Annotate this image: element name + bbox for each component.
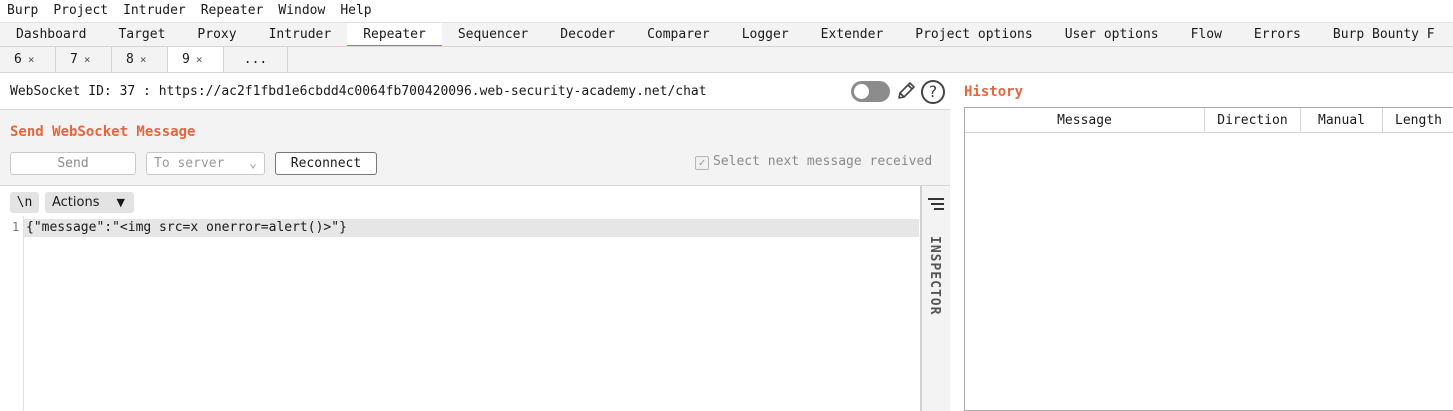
chevron-down-icon: ⌄ xyxy=(249,156,257,171)
tab-user-options[interactable]: User options xyxy=(1049,23,1175,46)
tab-comparer[interactable]: Comparer xyxy=(631,23,726,46)
repeater-tab-8[interactable]: 8 × xyxy=(112,47,168,72)
tab-sequencer[interactable]: Sequencer xyxy=(442,23,544,46)
tab-burp-bounty[interactable]: Burp Bounty F xyxy=(1317,23,1451,46)
repeater-tab-label: 9 xyxy=(182,52,190,67)
menu-project[interactable]: Project xyxy=(46,0,116,22)
websocket-bar: WebSocket ID: 37 : https://ac2f1fbd1e6cb… xyxy=(0,73,950,110)
menu-repeater[interactable]: Repeater xyxy=(194,0,272,22)
inspector-label: INSPECTOR xyxy=(927,236,942,316)
repeater-tab-7[interactable]: 7 × xyxy=(56,47,112,72)
tab-intruder[interactable]: Intruder xyxy=(253,23,348,46)
repeater-tab-6[interactable]: 6 × xyxy=(0,47,56,72)
reconnect-button[interactable]: Reconnect xyxy=(275,152,377,175)
select-next-checkbox[interactable]: ✓ xyxy=(695,156,709,170)
tab-extender[interactable]: Extender xyxy=(805,23,900,46)
message-editor-line[interactable]: {"message":"<img src=x onerror=alert()>"… xyxy=(24,219,919,237)
inspector-menu-icon[interactable] xyxy=(928,198,944,210)
close-icon[interactable]: × xyxy=(140,53,147,66)
tab-project-options[interactable]: Project options xyxy=(899,23,1048,46)
menu-bar: Burp Project Intruder Repeater Window He… xyxy=(0,0,1453,22)
history-title: History xyxy=(964,84,1024,100)
newline-toggle-button[interactable]: \n xyxy=(10,192,39,213)
direction-value: To server xyxy=(154,156,225,171)
tab-errors[interactable]: Errors xyxy=(1238,23,1317,46)
tab-target[interactable]: Target xyxy=(102,23,181,46)
chevron-down-icon: ▼ xyxy=(116,196,125,209)
direction-select[interactable]: To server ⌄ xyxy=(146,152,265,175)
tool-tabs: Dashboard Target Proxy Intruder Repeater… xyxy=(0,22,1453,47)
column-manual[interactable]: Manual xyxy=(1301,108,1383,133)
menu-help[interactable]: Help xyxy=(333,0,379,22)
menu-intruder[interactable]: Intruder xyxy=(116,0,194,22)
repeater-tab-9[interactable]: 9 × xyxy=(168,47,224,72)
editor-toolbar: \n Actions ▼ xyxy=(0,186,920,216)
repeater-tab-label: 6 xyxy=(14,52,22,67)
history-header: Message Direction Manual Length xyxy=(965,108,1453,133)
send-panel-title: Send WebSocket Message xyxy=(10,124,196,140)
send-button[interactable]: Send xyxy=(10,152,136,175)
history-table[interactable]: Message Direction Manual Length xyxy=(964,107,1453,411)
inspector-panel[interactable]: INSPECTOR xyxy=(920,186,950,411)
pencil-icon[interactable] xyxy=(895,80,917,102)
websocket-url: WebSocket ID: 37 : https://ac2f1fbd1e6cb… xyxy=(10,84,707,99)
panel-splitter[interactable] xyxy=(950,73,964,411)
menu-window[interactable]: Window xyxy=(271,0,333,22)
actions-button[interactable]: Actions ▼ xyxy=(45,192,134,213)
send-panel: Send WebSocket Message Send To server ⌄ … xyxy=(0,110,950,186)
tab-proxy[interactable]: Proxy xyxy=(181,23,252,46)
close-icon[interactable]: × xyxy=(84,53,91,66)
column-message[interactable]: Message xyxy=(965,108,1205,133)
tab-flow[interactable]: Flow xyxy=(1175,23,1238,46)
repeater-tab-more[interactable]: ... xyxy=(224,47,288,72)
line-number: 1 xyxy=(12,220,20,234)
column-direction[interactable]: Direction xyxy=(1205,108,1301,133)
tab-dashboard[interactable]: Dashboard xyxy=(0,23,102,46)
line-gutter xyxy=(0,216,24,411)
select-next-label: Select next message received xyxy=(713,154,933,169)
menu-burp[interactable]: Burp xyxy=(0,0,46,22)
help-icon[interactable]: ? xyxy=(921,80,945,104)
toggle-switch[interactable] xyxy=(851,81,890,102)
column-length[interactable]: Length xyxy=(1383,108,1453,133)
tab-repeater[interactable]: Repeater xyxy=(347,23,442,46)
actions-label: Actions xyxy=(52,195,100,210)
tab-logger[interactable]: Logger xyxy=(726,23,805,46)
close-icon[interactable]: × xyxy=(196,53,203,66)
tab-decoder[interactable]: Decoder xyxy=(544,23,631,46)
toggle-knob xyxy=(854,84,869,99)
repeater-tab-label: 8 xyxy=(126,52,134,67)
close-icon[interactable]: × xyxy=(28,53,35,66)
repeater-tab-label: 7 xyxy=(70,52,78,67)
repeater-tabs: 6 × 7 × 8 × 9 × ... xyxy=(0,47,1453,73)
